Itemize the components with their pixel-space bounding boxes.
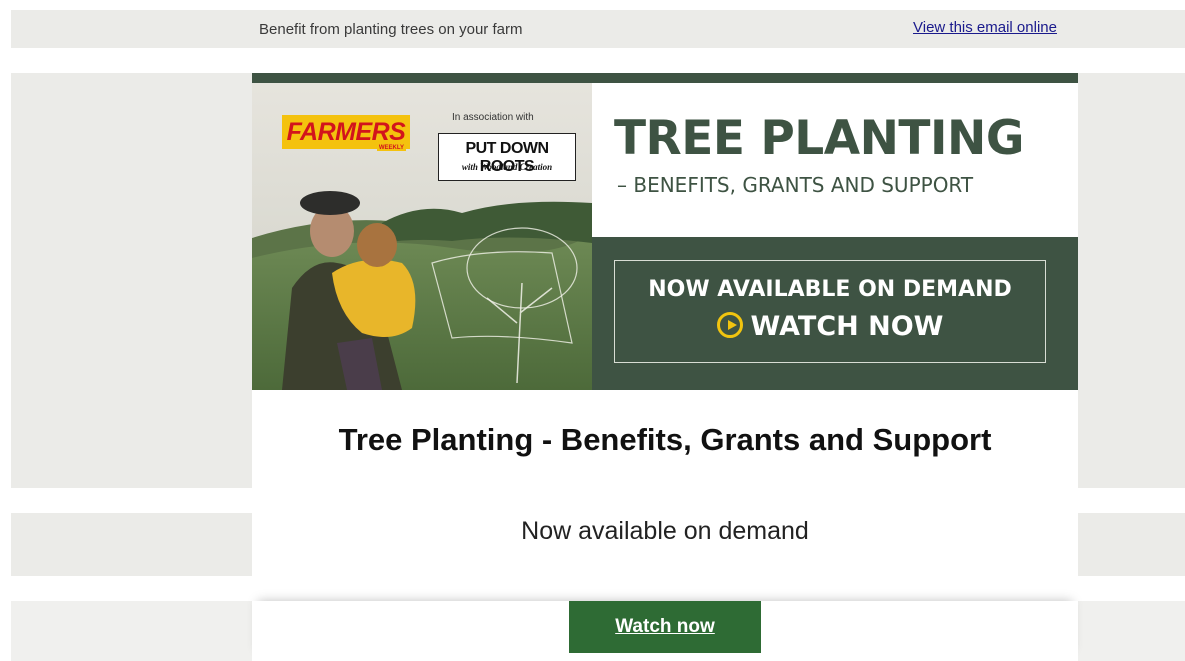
page-headline: Tree Planting - Benefits, Grants and Sup… <box>338 422 992 457</box>
preheader-text: Benefit from planting trees on your farm <box>259 21 523 38</box>
put-down-roots-logo: PUT DOWN ROOTS with Woodland Creation <box>438 133 576 181</box>
farmers-weekly-sub: WEEKLY <box>376 145 406 151</box>
hero-subtitle: – BENEFITS, GRANTS AND SUPPORT <box>617 173 974 197</box>
cta-line-available: NOW AVAILABLE ON DEMAND <box>648 277 1012 302</box>
cta-watch-text: WATCH NOW <box>750 311 944 342</box>
hero-title: TREE PLANTING <box>614 111 1024 166</box>
hero-title-panel: TREE PLANTING – BENEFITS, GRANTS AND SUP… <box>592 83 1078 237</box>
farmer-child-photo: FARMERS WEEKLY In association with PUT D… <box>252 83 592 390</box>
cta-line-watch: WATCH NOW <box>615 311 1045 342</box>
hero-banner[interactable]: FARMERS WEEKLY In association with PUT D… <box>252 73 1078 390</box>
hero-top-stripe <box>252 73 1078 83</box>
put-down-roots-sub: with Woodland Creation <box>461 162 553 172</box>
hero-cta-panel: NOW AVAILABLE ON DEMAND WATCH NOW <box>592 237 1078 390</box>
hero-cta-box[interactable]: NOW AVAILABLE ON DEMAND WATCH NOW <box>614 260 1046 363</box>
watch-now-button[interactable]: Watch now <box>569 601 761 653</box>
farmers-weekly-logo: FARMERS WEEKLY <box>282 115 410 155</box>
association-label: In association with <box>452 112 534 123</box>
play-icon <box>716 312 743 338</box>
farmers-weekly-wordmark: FARMERS <box>282 115 410 149</box>
availability-text: Now available on demand <box>521 517 809 545</box>
view-online-link[interactable]: View this email online <box>913 19 1057 36</box>
